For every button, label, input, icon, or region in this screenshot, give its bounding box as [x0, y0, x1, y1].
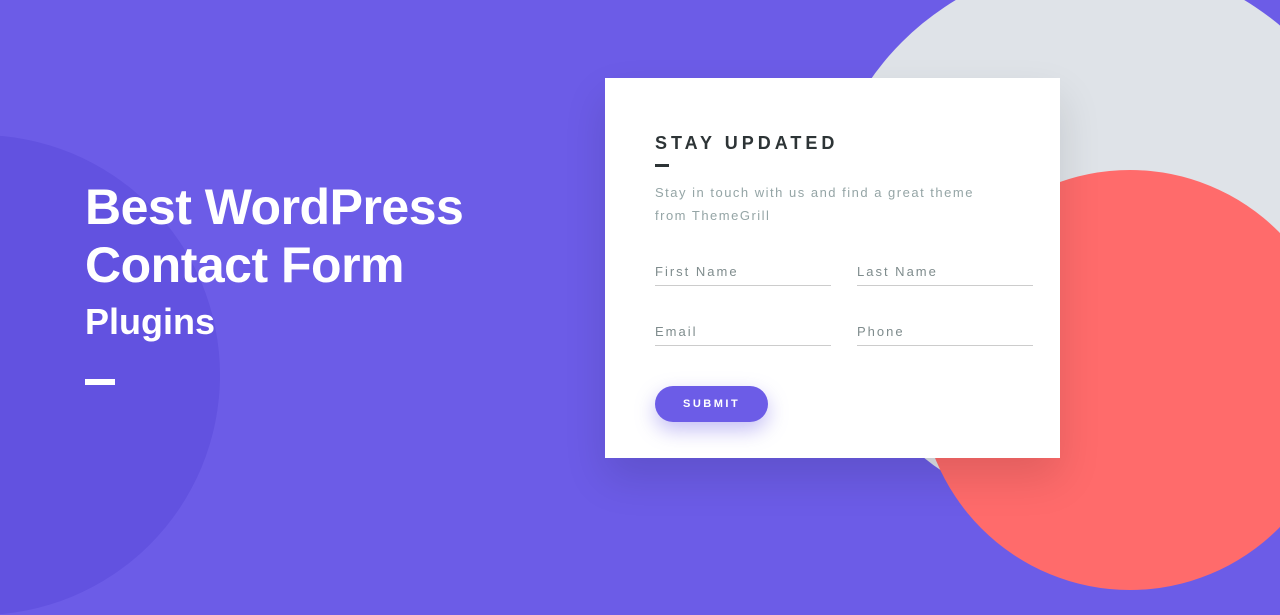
title-dash-icon	[655, 164, 669, 167]
card-description: Stay in touch with us and find a great t…	[655, 181, 1010, 228]
form-grid	[655, 258, 1010, 346]
email-field[interactable]	[655, 318, 831, 346]
hero-line-3: Plugins	[85, 295, 463, 349]
card-title: STAY UPDATED	[655, 133, 1010, 154]
submit-button[interactable]: SUBMIT	[655, 386, 768, 422]
first-name-field[interactable]	[655, 258, 831, 286]
hero-dash-icon	[85, 379, 115, 385]
signup-card: STAY UPDATED Stay in touch with us and f…	[605, 78, 1060, 458]
hero-line-2: Contact Form	[85, 235, 463, 295]
phone-field[interactable]	[857, 318, 1033, 346]
hero-text-block: Best WordPress Contact Form Plugins	[85, 180, 463, 385]
last-name-field[interactable]	[857, 258, 1033, 286]
hero-line-1: Best WordPress	[85, 180, 463, 235]
